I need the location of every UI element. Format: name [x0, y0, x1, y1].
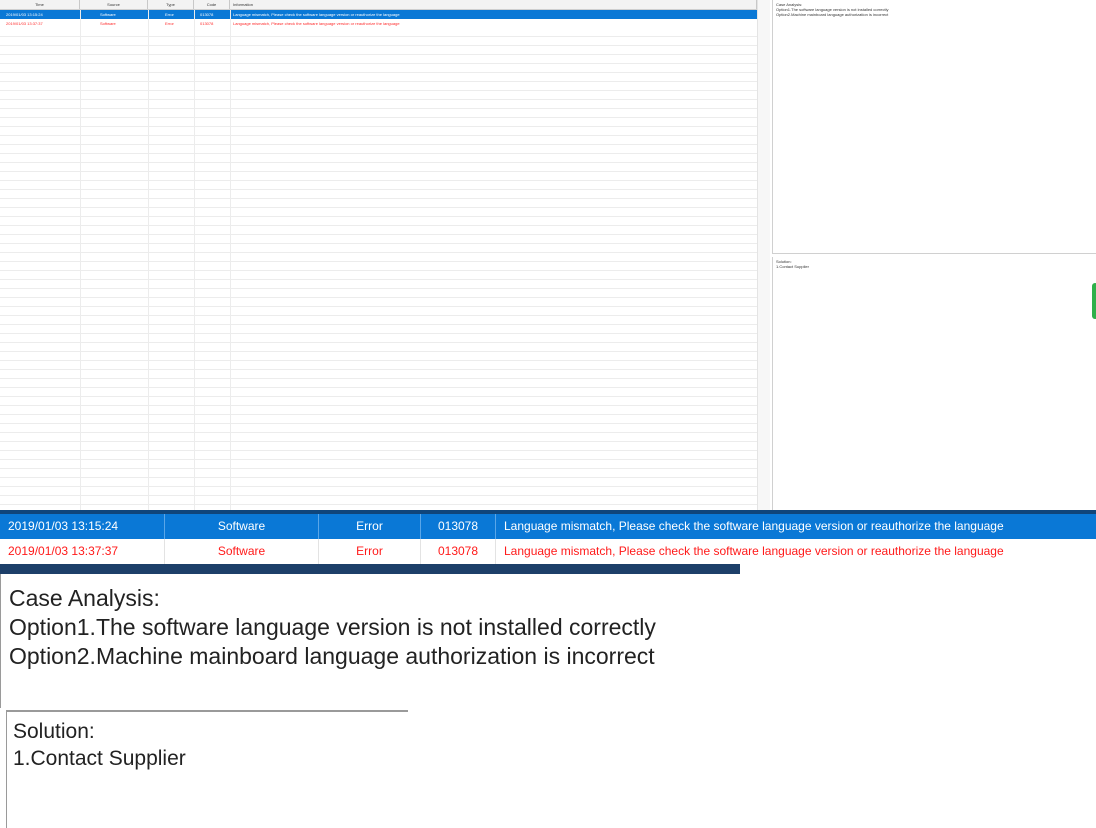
cell-type: Error: [319, 539, 421, 564]
table-row[interactable]: 2019/01/03 13:37:37 Software Error 01307…: [0, 19, 757, 28]
solution-panel-small: Solution: 1.Contact Supplier: [772, 257, 1096, 510]
cell-information: Language mismatch, Please check the soft…: [504, 544, 1004, 558]
grid-divider: [80, 10, 81, 510]
log-window-overview: Time Source Type Code Information 2019/0…: [0, 0, 1096, 510]
col-header-information[interactable]: Information: [230, 0, 757, 9]
cell-source: Software: [165, 514, 319, 539]
log-grid[interactable]: Time Source Type Code Information 2019/0…: [0, 0, 770, 510]
divider: [0, 564, 740, 574]
status-indicator-icon: [1092, 283, 1096, 319]
case-analysis-option: Option2.Machine mainboard language autho…: [776, 12, 889, 17]
cell-code: 013078: [421, 514, 496, 539]
col-header-time[interactable]: Time: [0, 0, 80, 9]
solution-item: 1.Contact Supplier: [13, 747, 186, 770]
grid-header: Time Source Type Code Information: [0, 0, 757, 10]
cell-time: 2019/01/03 13:37:37: [0, 539, 165, 564]
cell-type: Error: [165, 12, 174, 17]
table-row[interactable]: 2019/01/03 13:37:37 Software Error 01307…: [0, 539, 1096, 564]
cell-time: 2019/01/03 13:15:24: [6, 12, 43, 17]
solution-panel: Solution: 1.Contact Supplier: [6, 710, 408, 828]
cell-code: 013078: [200, 12, 214, 17]
case-analysis-option: Option1.The software language version is…: [9, 614, 656, 640]
grid-divider: [194, 10, 195, 510]
cell-information: Language mismatch, Please check the soft…: [233, 21, 400, 26]
table-row[interactable]: 2019/01/03 13:15:24 Software Error 01307…: [0, 514, 1096, 539]
cell-source: Software: [165, 539, 319, 564]
case-analysis-panel: Case Analysis: Option1.The software lang…: [0, 574, 740, 708]
grid-divider: [230, 10, 231, 510]
solution-title: Solution:: [13, 720, 95, 743]
case-analysis-option: Option2.Machine mainboard language autho…: [9, 643, 655, 669]
col-header-source[interactable]: Source: [80, 0, 148, 9]
cell-source: Software: [100, 21, 116, 26]
vertical-scrollbar[interactable]: [757, 0, 770, 510]
col-header-code[interactable]: Code: [194, 0, 230, 9]
grid-divider: [148, 10, 149, 510]
case-analysis-panel-small: Case Analysis: Option1.The software lang…: [772, 0, 1096, 254]
zoomed-log-rows: 2019/01/03 13:15:24 Software Error 01307…: [0, 510, 1096, 574]
solution-item: 1.Contact Supplier: [776, 264, 809, 269]
cell-information: Language mismatch, Please check the soft…: [233, 12, 400, 17]
cell-information: Language mismatch, Please check the soft…: [504, 519, 1004, 533]
cell-code: 013078: [421, 539, 496, 564]
case-analysis-title: Case Analysis:: [9, 585, 160, 611]
table-row[interactable]: 2019/01/03 13:15:24 Software Error 01307…: [0, 10, 757, 19]
cell-code: 013078: [200, 21, 214, 26]
cell-type: Error: [319, 514, 421, 539]
empty-grid-rows: [0, 28, 757, 510]
cell-time: 2019/01/03 13:15:24: [0, 514, 165, 539]
cell-type: Error: [165, 21, 174, 26]
col-header-type[interactable]: Type: [148, 0, 194, 9]
cell-source: Software: [100, 12, 116, 17]
cell-time: 2019/01/03 13:37:37: [6, 21, 43, 26]
